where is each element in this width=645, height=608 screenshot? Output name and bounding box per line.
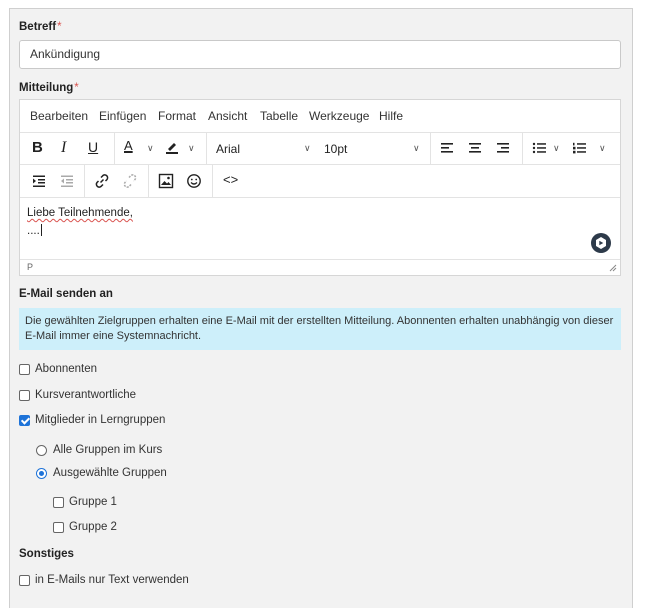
align-left-icon[interactable] — [440, 141, 454, 155]
highlight-icon[interactable] — [164, 139, 180, 155]
editor-content-area[interactable]: Liebe Teilnehmende, .... — [20, 199, 620, 261]
menu-format[interactable]: Format — [158, 109, 196, 123]
numbered-list-icon[interactable] — [572, 141, 587, 155]
checkbox[interactable] — [19, 574, 30, 586]
menu-tabelle[interactable]: Tabelle — [260, 109, 298, 123]
assistant-badge-icon[interactable] — [591, 233, 611, 253]
option-group-2[interactable]: Gruppe 2 — [53, 521, 117, 533]
editor-menubar: Bearbeiten Einfügen Format Ansicht Tabel… — [20, 100, 620, 133]
checkbox[interactable] — [19, 363, 30, 375]
chevron-down-icon[interactable]: ∨ — [147, 143, 154, 154]
menu-bearbeiten[interactable]: Bearbeiten — [30, 109, 88, 123]
announcement-form: Betreff* Ankündigung Mitteilung* Bearbei… — [9, 8, 633, 608]
radio-all-groups[interactable]: Alle Gruppen im Kurs — [36, 444, 162, 456]
emoji-icon[interactable] — [186, 173, 202, 189]
align-right-icon[interactable] — [496, 141, 510, 155]
radio-button[interactable] — [36, 444, 47, 456]
font-size-select[interactable]: 10pt — [324, 142, 347, 156]
font-family-select[interactable]: Arial — [216, 142, 240, 156]
option-course-managers[interactable]: Kursverantwortliche — [19, 389, 136, 401]
option-group-members[interactable]: Mitglieder in Lerngruppen — [19, 414, 165, 426]
indent-icon[interactable] — [32, 174, 46, 188]
option-group-1[interactable]: Gruppe 1 — [53, 496, 117, 508]
checkbox-checked[interactable] — [19, 414, 30, 426]
misc-section-label: Sonstiges — [19, 548, 74, 560]
subject-input[interactable]: Ankündigung — [19, 40, 621, 69]
editor-statusbar: P — [20, 259, 620, 275]
checkbox[interactable] — [19, 389, 30, 401]
text-color-icon[interactable]: A — [124, 138, 133, 153]
info-box: Die gewählten Zielgruppen erhalten eine … — [19, 308, 621, 350]
checkbox[interactable] — [53, 496, 64, 508]
message-label: Mitteilung* — [19, 82, 79, 94]
checkbox[interactable] — [53, 521, 64, 533]
bullet-list-icon[interactable] — [532, 141, 547, 155]
chevron-down-icon[interactable]: ∨ — [599, 143, 606, 154]
radio-button-selected[interactable] — [36, 467, 47, 479]
link-icon[interactable] — [94, 173, 110, 189]
option-subscribers[interactable]: Abonnenten — [19, 363, 97, 375]
bold-icon[interactable]: B — [32, 139, 43, 156]
subject-label: Betreff* — [19, 21, 62, 33]
chevron-down-icon[interactable]: ∨ — [413, 143, 420, 154]
menu-werkzeuge[interactable]: Werkzeuge — [309, 109, 369, 123]
resize-handle-icon[interactable] — [609, 264, 617, 272]
chevron-down-icon[interactable]: ∨ — [304, 143, 311, 154]
outdent-icon[interactable] — [60, 174, 74, 188]
content-line: Liebe Teilnehmende, — [27, 207, 133, 219]
unlink-icon[interactable] — [122, 173, 138, 189]
content-line: .... — [27, 224, 42, 237]
chevron-down-icon[interactable]: ∨ — [553, 143, 560, 154]
rich-text-editor: Bearbeiten Einfügen Format Ansicht Tabel… — [19, 99, 621, 276]
image-icon[interactable] — [158, 173, 174, 189]
italic-icon[interactable]: I — [61, 139, 66, 157]
editor-toolbar-row-2: <> — [20, 165, 620, 198]
menu-hilfe[interactable]: Hilfe — [379, 109, 403, 123]
underline-icon[interactable]: U — [88, 139, 98, 155]
option-text-only-email[interactable]: in E-Mails nur Text verwenden — [19, 574, 189, 586]
align-center-icon[interactable] — [468, 141, 482, 155]
menu-ansicht[interactable]: Ansicht — [208, 109, 247, 123]
menu-einfuegen[interactable]: Einfügen — [99, 109, 146, 123]
editor-toolbar-row-1: B I U A ∨ ∨ Arial ∨ 10pt ∨ ∨ ∨ — [20, 133, 620, 165]
code-icon[interactable]: <> — [223, 172, 238, 187]
element-path[interactable]: P — [27, 262, 33, 272]
email-section-label: E-Mail senden an — [19, 288, 113, 300]
radio-selected-groups[interactable]: Ausgewählte Gruppen — [36, 467, 167, 479]
chevron-down-icon[interactable]: ∨ — [188, 143, 195, 154]
